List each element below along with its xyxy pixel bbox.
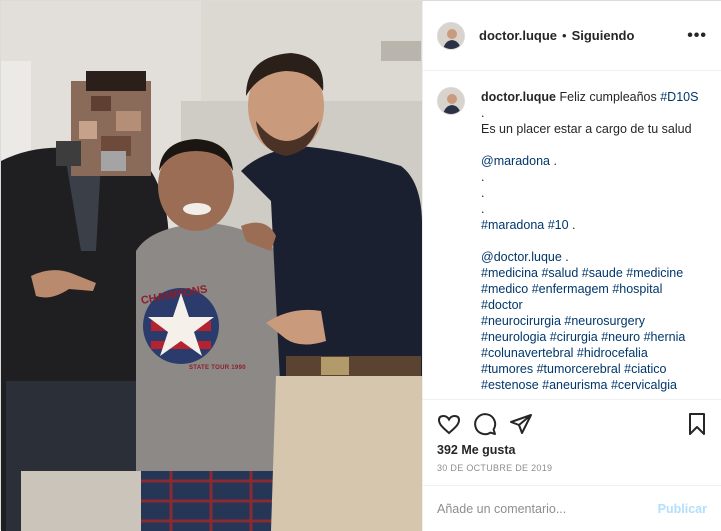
caption-line: #neurocirurgia #neurosurgery xyxy=(481,313,711,329)
username-link[interactable]: doctor.luque xyxy=(479,28,557,43)
publish-button[interactable]: Publicar xyxy=(658,502,707,516)
caption-line: Es un placer estar a cargo de tu salud xyxy=(481,121,711,137)
caption-line: #colunavertebral #hidrocefalia xyxy=(481,345,711,361)
caption-link[interactable]: #neurologia #cirurgia #neuro #hernia xyxy=(481,330,685,344)
caption-link[interactable]: #neurocirurgia #neurosurgery xyxy=(481,314,645,328)
post-header: doctor.luque • Siguiendo ••• xyxy=(423,1,721,71)
caption-line: . xyxy=(481,105,711,121)
following-button[interactable]: Siguiendo xyxy=(572,28,635,43)
caption-fragment: . xyxy=(549,154,557,168)
caption-fragment: . xyxy=(481,186,485,200)
caption-link[interactable]: #D10S xyxy=(660,90,698,104)
photo-illustration: CHAMPIONS xyxy=(1,1,422,531)
caption-line: #estenose #aneurisma #cervicalgia xyxy=(481,377,711,393)
post-date[interactable]: 30 DE OCTUBRE DE 2019 xyxy=(437,463,552,473)
post-details-panel: doctor.luque • Siguiendo ••• doctor.luqu… xyxy=(422,1,721,531)
ellipsis-icon: ••• xyxy=(687,27,707,44)
caption-username[interactable]: doctor.luque xyxy=(481,90,556,104)
caption-link[interactable]: @maradona xyxy=(481,154,550,168)
instagram-post-window: CHAMPIONS STATE TOUR 1990 doctor.luque •… xyxy=(0,0,721,531)
caption-line: . xyxy=(481,201,711,217)
comment-input[interactable]: Añade un comentario... xyxy=(437,502,647,516)
caption-link[interactable]: #colunavertebral #hidrocefalia xyxy=(481,346,648,360)
caption-fragment: Es un placer estar a cargo de tu salud xyxy=(481,122,692,136)
separator-dot: • xyxy=(562,28,567,43)
caption-line: #medicina #salud #saude #medicine xyxy=(481,265,711,281)
comment-bar: Añade un comentario... Publicar xyxy=(423,485,721,531)
post-photo[interactable]: CHAMPIONS STATE TOUR 1990 xyxy=(1,1,422,531)
paper-plane-icon[interactable] xyxy=(509,412,533,436)
avatar[interactable] xyxy=(437,21,465,50)
caption-link[interactable]: #medicina #salud #saude #medicine xyxy=(481,266,683,280)
caption-line: #medico #enfermagem #hospital xyxy=(481,281,711,297)
caption-line: #neurologia #cirurgia #neuro #hernia xyxy=(481,329,711,345)
caption-line: . xyxy=(481,169,711,185)
caption-first-line: doctor.luque Feliz cumpleaños #D10S xyxy=(481,89,711,105)
shirt-print-text: STATE TOUR 1990 xyxy=(189,365,246,371)
caption-line: #maradona #10 . xyxy=(481,217,711,233)
caption-fragment: . xyxy=(481,202,485,216)
caption-area: doctor.luque Feliz cumpleaños #D10S . Es … xyxy=(437,87,717,397)
caption-line xyxy=(481,233,711,249)
caption-link[interactable]: #tumores #tumorcerebral #ciatico xyxy=(481,362,667,376)
caption-fragment: . xyxy=(568,218,576,232)
caption-fragment: . xyxy=(561,250,569,264)
caption-link[interactable]: #estenose #aneurisma #cervicalgia xyxy=(481,378,677,392)
avatar-image xyxy=(438,88,464,114)
likes-count[interactable]: 392 Me gusta xyxy=(437,443,516,457)
caption-link[interactable]: #doctor xyxy=(481,298,523,312)
caption-line: @maradona . xyxy=(481,153,711,169)
caption-link[interactable]: #medico #enfermagem #hospital xyxy=(481,282,662,296)
caption-line: . xyxy=(481,185,711,201)
action-bar xyxy=(423,399,721,447)
caption-lines: . Es un placer estar a cargo de tu salud … xyxy=(481,105,711,393)
caption-fragment: . xyxy=(481,106,485,120)
caption-link[interactable]: #maradona #10 xyxy=(481,218,569,232)
caption-line: @doctor.luque . xyxy=(481,249,711,265)
caption-fragment: . xyxy=(481,170,485,184)
comment-bubble-icon[interactable] xyxy=(473,412,497,436)
caption-text: doctor.luque Feliz cumpleaños #D10S . Es … xyxy=(481,89,711,393)
caption-line: #doctor xyxy=(481,297,711,313)
heart-icon[interactable] xyxy=(437,412,461,436)
avatar-image xyxy=(438,22,464,49)
caption-link[interactable]: @doctor.luque xyxy=(481,250,562,264)
caption-avatar[interactable] xyxy=(437,87,465,115)
more-options-button[interactable]: ••• xyxy=(687,27,707,45)
bookmark-icon[interactable] xyxy=(685,412,709,436)
caption-line: #tumores #tumorcerebral #ciatico xyxy=(481,361,711,377)
caption-fragment: Feliz cumpleaños xyxy=(559,90,661,104)
caption-line xyxy=(481,137,711,153)
